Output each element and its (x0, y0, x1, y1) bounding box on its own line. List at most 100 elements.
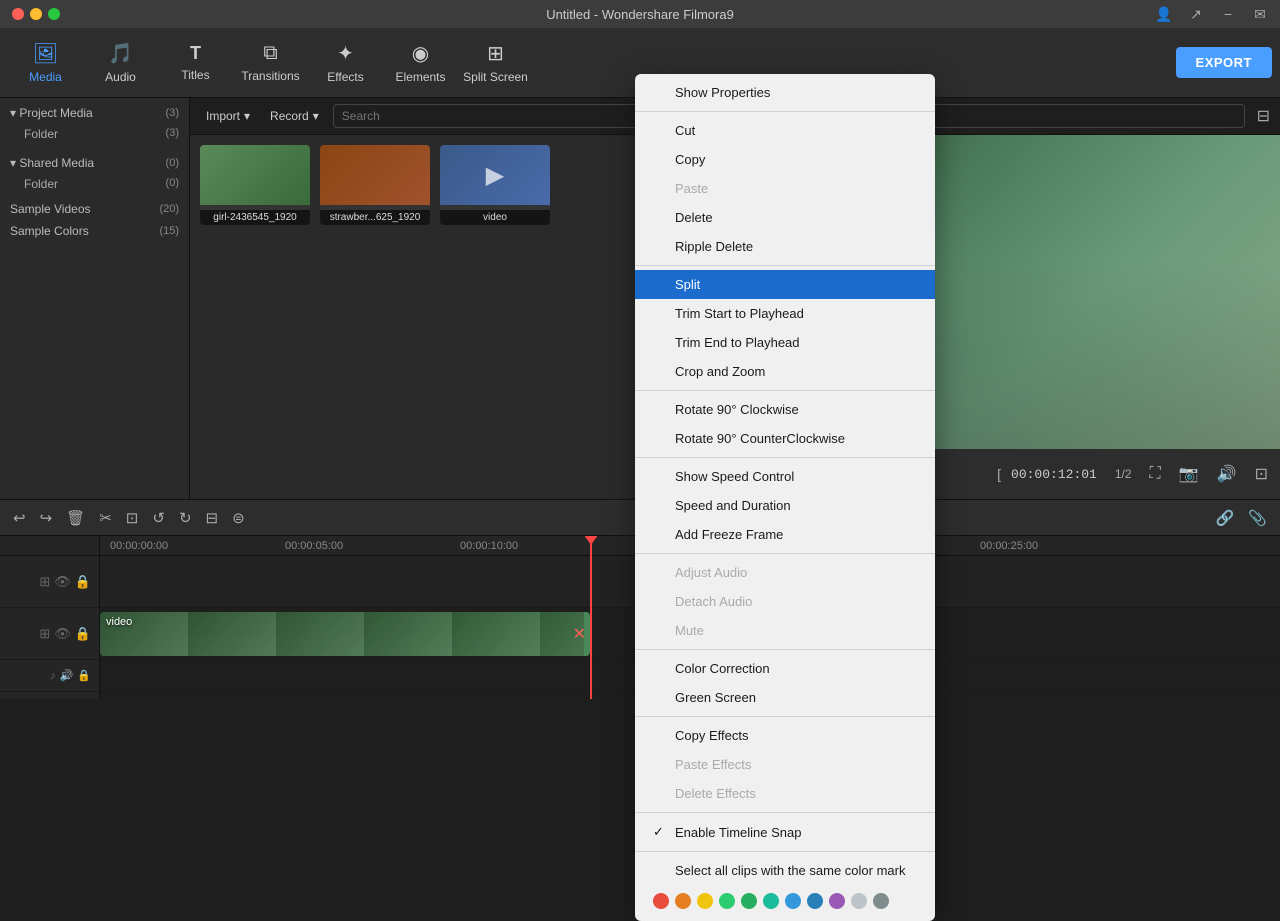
undo-button[interactable]: ↩ (10, 506, 29, 530)
rotate-button[interactable]: ↺ (149, 506, 168, 530)
ctx-rotate-cw[interactable]: Rotate 90° Clockwise (635, 395, 935, 424)
sample-videos-count: (20) (159, 203, 179, 215)
track-grid-icon[interactable]: ⊞ (39, 574, 50, 590)
swatch-purple[interactable] (829, 893, 845, 909)
toolbar-split-screen[interactable]: ⊞ Split Screen (458, 33, 533, 93)
split-screen-icon: ⊞ (487, 41, 504, 66)
clip-delete-button[interactable]: ✕ (573, 624, 586, 644)
toolbar-effects[interactable]: ✦ Effects (308, 33, 383, 93)
swatch-blue[interactable] (785, 893, 801, 909)
ctx-mute: Mute (635, 616, 935, 645)
media-thumb-strawberry[interactable]: strawber...625_1920 (320, 145, 430, 225)
maximize-window-button[interactable] (48, 8, 60, 20)
swatch-teal[interactable] (763, 893, 779, 909)
ctx-ripple-delete[interactable]: Ripple Delete (635, 232, 935, 261)
ctx-rotate-ccw[interactable]: Rotate 90° CounterClockwise (635, 424, 935, 453)
media-thumb-video[interactable]: ▶ video (440, 145, 550, 225)
titles-icon: T (190, 43, 201, 64)
crop-button[interactable]: ⊟ (203, 506, 222, 530)
ctx-copy[interactable]: Copy (635, 145, 935, 174)
left-panel: ▾ Project Media (3) Folder (3) ▾ Shared … (0, 98, 190, 499)
delete-clip-button[interactable]: 🗑 (63, 506, 88, 530)
sample-colors-header[interactable]: Sample Colors (15) (0, 220, 189, 242)
timemark-25: 00:00:25:00 (980, 540, 1038, 552)
audio-speaker-icon[interactable]: 🔊 (60, 669, 74, 682)
track-eye-icon[interactable]: 👁 (54, 574, 71, 590)
project-media-section: ▾ Project Media (3) Folder (3) (0, 98, 189, 148)
ctx-copy-effects[interactable]: Copy Effects (635, 721, 935, 750)
share-icon[interactable]: ↗ (1188, 6, 1204, 22)
import-label: Import (206, 109, 240, 123)
ctx-trim-start[interactable]: Trim Start to Playhead (635, 299, 935, 328)
track-eye-icon-2[interactable]: 👁 (54, 626, 71, 642)
audio-levels-button[interactable]: ⊜ (229, 506, 248, 530)
ctx-cut[interactable]: Cut (635, 116, 935, 145)
import-button[interactable]: Import ▾ (200, 106, 256, 126)
cut-tool-button[interactable]: ✂ (96, 506, 115, 530)
ctx-split[interactable]: Split (635, 270, 935, 299)
project-media-folder[interactable]: Folder (3) (0, 124, 189, 144)
video-clip[interactable]: video ✕ (100, 612, 590, 656)
minimize-icon[interactable]: − (1220, 6, 1236, 22)
ctx-crop-zoom[interactable]: Crop and Zoom (635, 357, 935, 386)
volume-icon[interactable]: 🔊 (1217, 464, 1237, 484)
filter-icon[interactable]: ⊟ (1257, 106, 1270, 126)
ctx-delete[interactable]: Delete (635, 203, 935, 232)
ctx-speed-duration[interactable]: Speed and Duration (635, 491, 935, 520)
account-icon[interactable]: 👤 (1156, 6, 1172, 22)
ctx-trim-end[interactable]: Trim End to Playhead (635, 328, 935, 357)
export-button[interactable]: EXPORT (1176, 47, 1272, 78)
magnet-button[interactable]: 📎 (1245, 506, 1270, 530)
ctx-select-same-color[interactable]: Select all clips with the same color mar… (635, 856, 935, 885)
traffic-lights (12, 8, 60, 20)
swatch-gray[interactable] (873, 893, 889, 909)
record-button[interactable]: Record ▾ (264, 106, 325, 126)
swatch-orange[interactable] (675, 893, 691, 909)
media-thumb-girl[interactable]: girl-2436545_1920 (200, 145, 310, 225)
fullscreen-icon[interactable]: ⛶ (1150, 465, 1161, 483)
close-window-button[interactable] (12, 8, 24, 20)
swatch-red[interactable] (653, 893, 669, 909)
toolbar-transitions[interactable]: ⧉ Transitions (233, 33, 308, 93)
ctx-enable-snap[interactable]: ✓ Enable Timeline Snap (635, 817, 935, 847)
sample-colors-label: Sample Colors (10, 224, 89, 238)
toolbar-titles[interactable]: T Titles (158, 33, 233, 93)
swatch-green[interactable] (719, 893, 735, 909)
swatch-yellow[interactable] (697, 893, 713, 909)
ctx-divider-3 (635, 390, 935, 391)
toolbar-audio[interactable]: 🎵 Audio (83, 33, 158, 93)
swatch-dark-blue[interactable] (807, 893, 823, 909)
toolbar-audio-label: Audio (105, 70, 136, 84)
expand-icon[interactable]: ⊡ (1255, 464, 1268, 484)
swatch-dark-green[interactable] (741, 893, 757, 909)
sample-videos-header[interactable]: Sample Videos (20) (0, 198, 189, 220)
ctx-show-properties[interactable]: Show Properties (635, 78, 935, 107)
redo-button[interactable]: ↪ (37, 506, 56, 530)
audio-lock-icon[interactable]: 🔒 (77, 669, 91, 682)
ctx-freeze-frame[interactable]: Add Freeze Frame (635, 520, 935, 549)
ctx-show-speed[interactable]: Show Speed Control (635, 462, 935, 491)
ctx-color-correction[interactable]: Color Correction (635, 654, 935, 683)
video-track-label: ⊞ 👁 🔒 (0, 556, 99, 608)
toolbar-elements[interactable]: ◉ Elements (383, 33, 458, 93)
project-media-header[interactable]: ▾ Project Media (3) (0, 102, 189, 124)
message-icon[interactable]: ✉ (1252, 6, 1268, 22)
track-lock-icon[interactable]: 🔒 (75, 574, 91, 590)
effects-icon: ✦ (337, 41, 354, 66)
minimize-window-button[interactable] (30, 8, 42, 20)
ctx-green-screen[interactable]: Green Screen (635, 683, 935, 712)
swatch-light-gray[interactable] (851, 893, 867, 909)
split-tool-button[interactable]: ⊡ (123, 506, 142, 530)
shared-media-header[interactable]: ▾ Shared Media (0) (0, 152, 189, 174)
link-button[interactable]: 🔗 (1213, 506, 1238, 530)
screenshot-icon[interactable]: 📷 (1179, 464, 1199, 484)
ctx-paste-effects: Paste Effects (635, 750, 935, 779)
track-lock-icon-2[interactable]: 🔒 (75, 626, 91, 642)
flip-button[interactable]: ↻ (176, 506, 195, 530)
shared-media-folder[interactable]: Folder (0) (0, 174, 189, 194)
sample-videos-label: Sample Videos (10, 202, 91, 216)
clip-marker-start-icon[interactable]: [ (997, 466, 1001, 482)
track-grid-icon-2[interactable]: ⊞ (39, 626, 50, 642)
toolbar-media[interactable]: 🖼 Media (8, 33, 83, 93)
toolbar-media-label: Media (29, 70, 62, 84)
